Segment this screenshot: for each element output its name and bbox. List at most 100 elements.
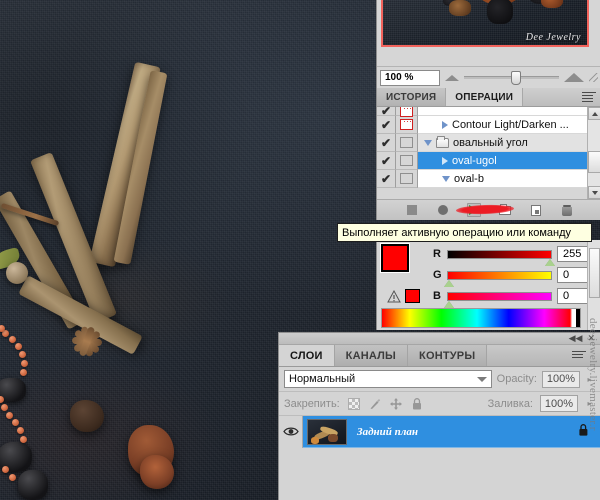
zoom-input[interactable]: 100 % xyxy=(380,70,440,86)
action-row[interactable]: ✔ xyxy=(377,107,600,116)
red-slider[interactable] xyxy=(447,250,552,259)
layers-tabstrip: СЛОИ КАНАЛЫ КОНТУРЫ xyxy=(279,345,600,367)
actions-scrollbar[interactable] xyxy=(587,107,600,199)
action-label[interactable] xyxy=(418,107,600,116)
resize-grip-icon[interactable] xyxy=(589,73,598,82)
fill-input[interactable]: 100% xyxy=(540,395,578,412)
tab-paths[interactable]: КОНТУРЫ xyxy=(408,345,487,366)
opacity-label: Opacity: xyxy=(497,373,537,385)
coral-bead xyxy=(20,436,27,443)
zoom-out-icon[interactable] xyxy=(445,75,459,81)
green-slider[interactable] xyxy=(447,271,552,280)
stop-button[interactable] xyxy=(405,203,419,217)
action-toggle-checkbox[interactable]: ✔ xyxy=(377,170,396,188)
blue-channel-row: B 0 xyxy=(433,288,599,304)
action-label: oval-ugol xyxy=(452,155,497,167)
slider-marker[interactable] xyxy=(444,301,454,308)
opacity-input[interactable]: 100% xyxy=(542,371,580,388)
scrollbar-thumb[interactable] xyxy=(589,248,600,298)
tab-actions[interactable]: ОПЕРАЦИИ xyxy=(446,88,523,106)
action-toggle-checkbox[interactable]: ✔ xyxy=(377,107,396,116)
thumbnail-signature: Dee Jewelry xyxy=(526,32,581,43)
action-item-selected[interactable]: oval-ugol xyxy=(418,152,600,170)
action-row[interactable]: ✔ oval-ugol xyxy=(377,152,600,170)
star-anise xyxy=(50,320,106,368)
zoom-in-icon[interactable] xyxy=(564,73,584,82)
slider-marker[interactable] xyxy=(545,259,555,266)
tab-layers[interactable]: СЛОИ xyxy=(279,345,335,366)
layer-name-label[interactable]: Задний план xyxy=(357,426,418,438)
action-toggle-checkbox[interactable]: ✔ xyxy=(377,116,396,134)
zoom-slider[interactable] xyxy=(464,71,559,85)
action-dialog-toggle[interactable] xyxy=(396,116,418,134)
layer-row[interactable]: Задний план xyxy=(279,416,600,448)
thumb-object xyxy=(449,0,471,16)
gamut-replacement-swatch[interactable] xyxy=(405,289,420,303)
collapse-panel-icon[interactable]: ◀◀ xyxy=(569,334,583,343)
action-dialog-toggle[interactable] xyxy=(396,170,418,188)
dried-spice xyxy=(140,455,174,489)
action-row[interactable]: ✔ oval-b xyxy=(377,170,600,188)
navigator-zoom-bar: 100 % xyxy=(377,66,600,88)
color-swatches[interactable] xyxy=(381,244,425,286)
color-spectrum-ramp[interactable] xyxy=(381,308,581,328)
lock-image-pixels-icon[interactable] xyxy=(368,397,382,411)
lock-transparent-pixels-icon[interactable] xyxy=(347,397,361,411)
scroll-up-button[interactable] xyxy=(588,107,600,120)
dried-spice xyxy=(70,400,104,432)
action-dialog-toggle[interactable] xyxy=(396,107,418,116)
coral-bead xyxy=(12,419,19,426)
coral-bead xyxy=(6,412,13,419)
navigator-thumbnail[interactable]: Dee Jewelry xyxy=(381,0,589,47)
layer-visibility-toggle[interactable] xyxy=(279,416,303,448)
chevron-right-icon[interactable] xyxy=(442,157,448,165)
chevron-down-icon[interactable] xyxy=(442,176,450,182)
blend-mode-select[interactable]: Нормальный xyxy=(284,370,492,388)
watermark-text: dee-jewelry.livemaster.r xyxy=(585,318,599,498)
panel-menu-icon[interactable] xyxy=(582,92,596,103)
coral-bead xyxy=(1,404,8,411)
actions-tabstrip: ИСТОРИЯ ОПЕРАЦИИ xyxy=(377,88,600,107)
foreground-color-swatch[interactable] xyxy=(381,244,409,272)
action-row[interactable]: ✔ овальный угол xyxy=(377,134,600,152)
lock-all-icon[interactable] xyxy=(410,397,424,411)
chevron-right-icon[interactable] xyxy=(442,121,448,129)
coral-bead xyxy=(20,369,27,376)
slider-marker[interactable] xyxy=(444,280,454,287)
channel-label: R xyxy=(433,248,442,260)
tab-channels[interactable]: КАНАЛЫ xyxy=(335,345,408,366)
action-item[interactable]: oval-b xyxy=(418,170,600,188)
fill-label: Заливка: xyxy=(488,398,533,410)
nut-shell xyxy=(6,262,28,284)
action-toggle-checkbox[interactable]: ✔ xyxy=(377,152,396,170)
tab-history[interactable]: ИСТОРИЯ xyxy=(377,88,446,106)
black-bead-cluster xyxy=(18,470,48,500)
actions-list[interactable]: ✔ ✔ Contour Light/Darken ... ✔ овальный … xyxy=(377,107,600,199)
coral-bead xyxy=(9,474,16,481)
chevron-down-icon[interactable] xyxy=(477,377,487,382)
out-of-gamut-warning-icon[interactable] xyxy=(387,290,401,303)
lock-position-icon[interactable] xyxy=(389,397,403,411)
action-row[interactable]: ✔ Contour Light/Darken ... xyxy=(377,116,600,134)
action-dialog-toggle[interactable] xyxy=(396,134,418,152)
scroll-down-button[interactable] xyxy=(588,186,600,199)
coral-bead xyxy=(9,336,16,343)
delete-button[interactable] xyxy=(560,203,574,217)
new-action-button[interactable] xyxy=(529,203,543,217)
action-label: Contour Light/Darken ... xyxy=(452,119,569,131)
slider-handle[interactable] xyxy=(511,71,521,85)
scrollbar-thumb[interactable] xyxy=(588,151,600,173)
action-toggle-checkbox[interactable]: ✔ xyxy=(377,134,396,152)
blue-slider[interactable] xyxy=(447,292,552,301)
layer-thumbnail[interactable] xyxy=(307,419,347,445)
action-item[interactable]: Contour Light/Darken ... xyxy=(418,116,600,134)
record-button[interactable] xyxy=(436,203,450,217)
action-dialog-toggle[interactable] xyxy=(396,152,418,170)
coral-bead xyxy=(21,360,28,367)
chevron-down-icon[interactable] xyxy=(424,140,432,146)
folder-icon xyxy=(436,138,449,148)
action-set-item[interactable]: овальный угол xyxy=(418,134,600,152)
color-panel-scrollbar[interactable] xyxy=(587,240,600,330)
panel-menu-icon[interactable] xyxy=(572,351,586,361)
channel-label: B xyxy=(433,290,442,302)
